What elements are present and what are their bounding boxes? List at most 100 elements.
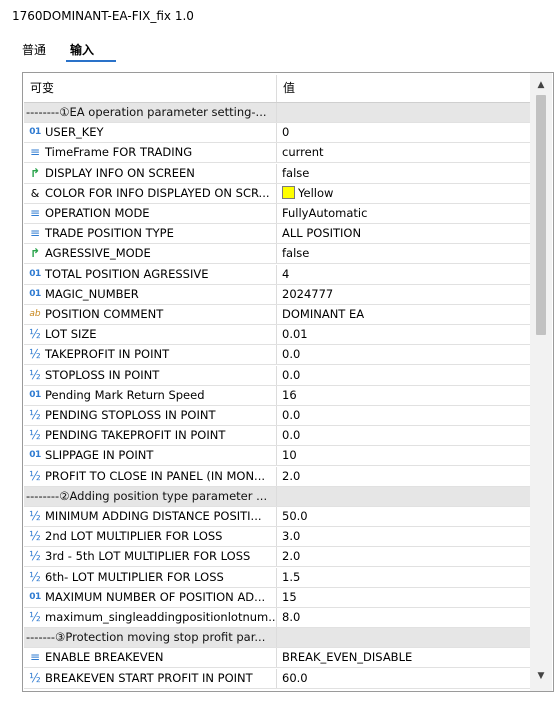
parameter-value-cell[interactable]: 0.0 [278,345,530,364]
parameter-value-cell[interactable]: 0 [278,123,530,142]
table-row[interactable]: ½ 6th- LOT MULTIPLIER FOR LOSS 1.5 [24,568,530,588]
section-title: --------①EA operation parameter setting-… [24,103,277,122]
column-header-variable[interactable]: 可变 [24,75,277,102]
parameter-name: MAGIC_NUMBER [45,287,139,301]
parameter-value-cell[interactable]: 0.0 [278,366,530,385]
parameter-value-cell[interactable]: false [278,244,530,263]
parameter-name: POSITION COMMENT [45,307,164,321]
parameter-value-cell[interactable]: FullyAutomatic [278,204,530,223]
table-row[interactable]: 01 TOTAL POSITION AGRESSIVE 4 [24,265,530,285]
parameter-name-cell: ½ PROFIT TO CLOSE IN PANEL (IN MON... [24,467,277,486]
parameter-value-cell[interactable]: 0.01 [278,325,530,344]
parameter-value: 16 [282,388,297,402]
section-row[interactable]: --------②Adding position type parameter … [24,487,530,507]
table-row[interactable]: ½ MINIMUM ADDING DISTANCE POSITI... 50.0 [24,507,530,527]
parameter-value-cell[interactable]: BREAK_EVEN_DISABLE [278,648,530,667]
parameter-value: 0.0 [282,347,301,361]
table-row[interactable]: ≡ OPERATION MODE FullyAutomatic [24,204,530,224]
parameter-value-cell[interactable]: false [278,164,530,183]
parameter-value-cell[interactable]: Yellow [278,184,530,203]
table-row[interactable]: ≡ TimeFrame FOR TRADING current [24,143,530,163]
table-row[interactable]: ≡ TRADE POSITION TYPE ALL POSITION [24,224,530,244]
parameter-value: 15 [282,590,297,604]
parameter-value-cell[interactable]: 15 [278,588,530,607]
table-row[interactable]: ↱ AGRESSIVE_MODE false [24,244,530,264]
bool-icon: ↱ [29,246,41,260]
table-row[interactable]: 01 MAGIC_NUMBER 2024777 [24,285,530,305]
parameter-name: ENABLE BREAKEVEN [45,650,164,664]
parameter-name: PROFIT TO CLOSE IN PANEL (IN MON... [45,469,266,483]
dialog-window: 1760DOMINANT-EA-FIX_fix 1.0 普通 输入 可变 值 -… [0,0,554,705]
parameter-name-cell: ½ TAKEPROFIT IN POINT [24,345,277,364]
parameter-value-cell[interactable]: 10 [278,446,530,465]
parameter-name-cell: ≡ TRADE POSITION TYPE [24,224,277,243]
section-row[interactable]: --------①EA operation parameter setting-… [24,103,530,123]
double-icon: ½ [29,509,41,523]
tab-general[interactable]: 普通 [22,41,46,59]
parameter-value: 4 [282,267,290,281]
parameter-value-cell[interactable]: current [278,143,530,162]
table-row[interactable]: ≡ ENABLE BREAKEVEN BREAK_EVEN_DISABLE [24,648,530,668]
parameter-name-cell: ½ maximum_singleaddingpositionlotnum... [24,608,277,627]
parameter-name: DISPLAY INFO ON SCREEN [45,166,195,180]
table-row[interactable]: ½ LOT SIZE 0.01 [24,325,530,345]
scroll-down-arrow-icon[interactable]: ▼ [533,669,549,683]
parameter-name-cell: 01 MAXIMUM NUMBER OF POSITION AD... [24,588,277,607]
parameter-value: 2024777 [282,287,334,301]
parameter-value-cell[interactable]: 60.0 [278,669,530,688]
table-row[interactable]: ½ PROFIT TO CLOSE IN PANEL (IN MON... 2.0 [24,467,530,487]
parameter-value-cell[interactable]: 3.0 [278,527,530,546]
enum-icon: ≡ [29,145,41,159]
section-title: -------③Protection moving stop profit pa… [24,628,277,647]
parameter-value-cell[interactable]: 50.0 [278,507,530,526]
scroll-up-arrow-icon[interactable]: ▲ [533,78,549,92]
table-row[interactable]: ½ STOPLOSS IN POINT 0.0 [24,366,530,386]
table-row[interactable]: ½ 3rd - 5th LOT MULTIPLIER FOR LOSS 2.0 [24,547,530,567]
table-row[interactable]: ½ PENDING TAKEPROFIT IN POINT 0.0 [24,426,530,446]
parameter-value: false [282,166,310,180]
parameter-value-cell[interactable]: 0.0 [278,406,530,425]
parameter-value-cell[interactable]: 4 [278,265,530,284]
table-row[interactable]: ½ TAKEPROFIT IN POINT 0.0 [24,345,530,365]
table-row[interactable]: 01 SLIPPAGE IN POINT 10 [24,446,530,466]
table-row[interactable]: ↱ DISPLAY INFO ON SCREEN false [24,164,530,184]
parameter-name: maximum_singleaddingpositionlotnum... [45,610,277,624]
tab-inputs[interactable]: 输入 [70,41,94,59]
table-row[interactable]: 01 MAXIMUM NUMBER OF POSITION AD... 15 [24,588,530,608]
column-header-value[interactable]: 值 [278,75,530,102]
table-row[interactable]: ½ maximum_singleaddingpositionlotnum... 8.… [24,608,530,628]
table-row[interactable]: & COLOR FOR INFO DISPLAYED ON SCR... Yello… [24,184,530,204]
parameter-value-cell[interactable]: DOMINANT EA [278,305,530,324]
section-row[interactable]: -------③Protection moving stop profit pa… [24,628,530,648]
parameter-value-cell[interactable]: 16 [278,386,530,405]
string-icon: ab [29,309,41,319]
parameter-name-cell: ½ 6th- LOT MULTIPLIER FOR LOSS [24,568,277,587]
double-icon: ½ [29,428,41,442]
table-row[interactable]: ½ PENDING STOPLOSS IN POINT 0.0 [24,406,530,426]
color-swatch[interactable] [282,186,295,199]
table-row[interactable]: 01 USER_KEY 0 [24,123,530,143]
parameter-value-cell[interactable]: 1.5 [278,568,530,587]
section-label: --------②Adding position type parameter … [26,489,268,503]
parameter-value-cell[interactable]: 2.0 [278,467,530,486]
parameter-value-cell[interactable]: 0.0 [278,426,530,445]
table-row[interactable]: ½ 2nd LOT MULTIPLIER FOR LOSS 3.0 [24,527,530,547]
table-row[interactable]: ab POSITION COMMENT DOMINANT EA [24,305,530,325]
parameter-name: SLIPPAGE IN POINT [45,448,154,462]
parameter-value-cell[interactable]: 2.0 [278,547,530,566]
parameter-value-cell[interactable]: 8.0 [278,608,530,627]
parameter-name-cell: ½ PENDING STOPLOSS IN POINT [24,406,277,425]
int-icon: 01 [29,450,41,460]
table-row[interactable]: ½ BREAKEVEN START PROFIT IN POINT 60.0 [24,669,530,689]
parameter-value-cell[interactable]: 2024777 [278,285,530,304]
vertical-scrollbar[interactable]: ▲ ▼ [530,73,552,691]
section-value-cell [278,103,530,122]
int-icon: 01 [29,390,41,400]
parameter-value: BREAK_EVEN_DISABLE [282,650,413,664]
double-icon: ½ [29,327,41,341]
parameter-value-cell[interactable]: ALL POSITION [278,224,530,243]
parameter-name-cell: ≡ OPERATION MODE [24,204,277,223]
scroll-thumb[interactable] [536,95,546,335]
table-row[interactable]: 01 Pending Mark Return Speed 16 [24,386,530,406]
parameter-name-cell: ≡ ENABLE BREAKEVEN [24,648,277,667]
